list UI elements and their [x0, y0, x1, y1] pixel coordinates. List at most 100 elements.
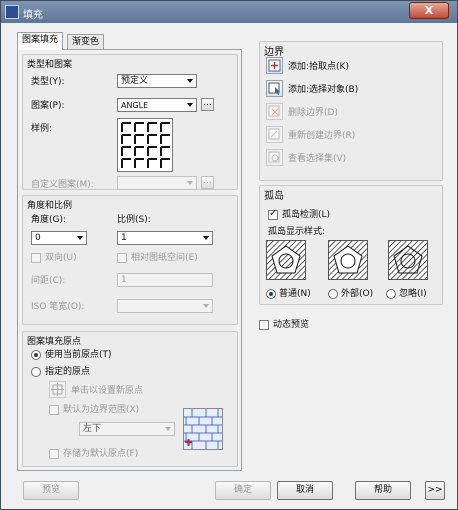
- use-current-origin-label: 使用当前原点(T): [45, 350, 112, 360]
- sample-label: 样例:: [31, 124, 53, 134]
- iso-pen-width-dropdown[interactable]: [117, 299, 213, 313]
- custom-pattern-dropdown[interactable]: [117, 176, 197, 190]
- custom-browse-button[interactable]: ...: [201, 176, 214, 189]
- add-pick-points-label[interactable]: 添加:拾取点(K): [288, 61, 349, 73]
- select-objects-icon: [268, 82, 280, 95]
- type-dropdown[interactable]: 预定义: [117, 74, 197, 88]
- island-ignore-icon: [389, 241, 427, 279]
- add-select-objects-label[interactable]: 添加:选择对象(B): [288, 84, 358, 96]
- recreate-boundary-icon: [268, 128, 280, 140]
- island-detection-checkbox[interactable]: [268, 208, 278, 220]
- remove-boundaries-icon: [268, 105, 280, 117]
- hatch-dialog: 填充 X 图案填充 渐变色 类型和图案 类型(Y): 预定义 图案(P): AN…: [0, 0, 458, 510]
- pattern-browse-button[interactable]: ...: [201, 98, 214, 111]
- chevron-down-icon: [203, 304, 209, 308]
- default-extents-label: 默认为边界范围(X): [63, 405, 140, 415]
- type-value: 预定义: [121, 76, 149, 86]
- island-style-label: 孤岛显示样式:: [268, 227, 326, 237]
- spacing-input[interactable]: 1: [117, 273, 213, 287]
- title-bar: 填充 X: [1, 1, 457, 23]
- angle-label: 角度(G):: [31, 215, 67, 225]
- origin-position-dropdown[interactable]: 左下: [79, 422, 175, 436]
- window-title: 填充: [23, 10, 43, 21]
- pattern-dropdown[interactable]: ANGLE: [117, 98, 197, 112]
- chevron-down-icon: [203, 236, 209, 240]
- view-selections-label: 查看选择集(V): [288, 154, 347, 164]
- type-label: 类型(Y):: [31, 77, 65, 87]
- island-normal-preview[interactable]: [266, 240, 306, 280]
- island-normal-label: 普通(N): [279, 289, 311, 299]
- angle-value: 0: [35, 233, 41, 243]
- remove-boundaries-label: 删除边界(D): [288, 108, 338, 118]
- relative-paper-label: 相对图纸空间(E): [131, 253, 198, 263]
- scale-label: 比例(S):: [117, 215, 151, 225]
- dynamic-preview-label: 动态预览: [273, 320, 310, 330]
- store-default-origin-checkbox[interactable]: [49, 449, 59, 459]
- remove-boundaries-button[interactable]: [266, 103, 283, 120]
- angle-scale-group: 角度和比例 角度(G): 0 比例(S): 1 双向(U) 相对图纸空间(E) …: [22, 195, 238, 325]
- spacing-value: 1: [121, 275, 127, 285]
- angle-dropdown[interactable]: 0: [31, 231, 87, 245]
- view-selections-icon: [268, 151, 280, 163]
- pattern-value: ANGLE: [121, 101, 149, 110]
- more-options-button[interactable]: >>: [425, 481, 445, 500]
- island-outer-icon: [329, 241, 367, 279]
- add-select-objects-button[interactable]: [266, 80, 283, 97]
- iso-pen-width-label: ISO 笔宽(O):: [31, 302, 85, 312]
- boundaries-group: 边界 添加:拾取点(K) 添加:选择对象(B) 删除边界(D) 重新创建边界(R…: [259, 41, 443, 181]
- pattern-label: 图案(P):: [31, 101, 65, 111]
- island-outer-label: 外部(O): [341, 289, 374, 299]
- close-button[interactable]: X: [409, 2, 449, 19]
- set-origin-button[interactable]: [49, 381, 66, 398]
- islands-title: 孤岛: [264, 191, 284, 202]
- click-set-origin-label: 单击以设置新原点: [71, 386, 144, 396]
- hatch-origin-group: 图案填充原点 使用当前原点(T) 指定的原点 单击以设置新原点 默认为边界范围(…: [22, 331, 238, 467]
- origin-position-value: 左下: [83, 424, 102, 434]
- origin-preview-swatch: [183, 408, 223, 450]
- pattern-sample-swatch[interactable]: [117, 118, 173, 172]
- preview-button[interactable]: 预览: [23, 481, 79, 500]
- angle-scale-title: 角度和比例: [27, 201, 73, 211]
- island-normal-radio[interactable]: [266, 289, 276, 299]
- brick-origin-icon: [184, 409, 222, 449]
- store-default-origin-label: 存储为默认原点(F): [63, 449, 139, 459]
- scale-value: 1: [121, 233, 127, 243]
- default-extents-checkbox[interactable]: [49, 405, 59, 415]
- ok-button[interactable]: 确定: [215, 481, 271, 500]
- island-ignore-preview[interactable]: [388, 240, 428, 280]
- hatch-tab-panel: 类型和图案 类型(Y): 预定义 图案(P): ANGLE ... 样例: 自定…: [17, 49, 242, 471]
- tab-hatch[interactable]: 图案填充: [17, 32, 64, 50]
- chevron-down-icon: [165, 427, 171, 431]
- type-pattern-title: 类型和图案: [27, 60, 73, 70]
- tab-gradient[interactable]: 渐变色: [67, 34, 105, 50]
- recreate-boundary-label: 重新创建边界(R): [288, 131, 356, 141]
- island-detection-label: 孤岛检测(L): [282, 210, 331, 220]
- chevron-down-icon: [77, 236, 83, 240]
- cancel-button[interactable]: 取消: [277, 481, 333, 500]
- help-button[interactable]: 帮助: [355, 481, 411, 500]
- angle-pattern-icon: [118, 119, 172, 171]
- island-outer-radio[interactable]: [328, 289, 338, 299]
- island-ignore-radio[interactable]: [386, 289, 396, 299]
- custom-pattern-label: 自定义图案(M):: [31, 180, 94, 190]
- view-selections-button[interactable]: [266, 149, 283, 166]
- dynamic-preview-checkbox[interactable]: [259, 320, 269, 330]
- use-current-origin-radio[interactable]: [31, 350, 41, 360]
- island-ignore-label: 忽略(I): [399, 289, 427, 299]
- specified-origin-radio[interactable]: [31, 367, 41, 377]
- hatch-origin-title: 图案填充原点: [27, 337, 82, 347]
- double-checkbox[interactable]: [31, 253, 41, 263]
- chevron-down-icon: [187, 79, 193, 83]
- app-icon: [5, 5, 19, 19]
- boundaries-title: 边界: [264, 47, 284, 58]
- type-pattern-group: 类型和图案 类型(Y): 预定义 图案(P): ANGLE ... 样例: 自定…: [22, 54, 238, 190]
- recreate-boundary-button[interactable]: [266, 126, 283, 143]
- add-pick-points-button[interactable]: [266, 57, 283, 74]
- pick-origin-icon: [51, 383, 64, 396]
- chevron-down-icon: [187, 103, 193, 107]
- island-outer-preview[interactable]: [328, 240, 368, 280]
- island-normal-icon: [267, 241, 305, 279]
- relative-paper-checkbox[interactable]: [117, 253, 127, 263]
- specified-origin-label: 指定的原点: [45, 367, 91, 377]
- scale-dropdown[interactable]: 1: [117, 231, 213, 245]
